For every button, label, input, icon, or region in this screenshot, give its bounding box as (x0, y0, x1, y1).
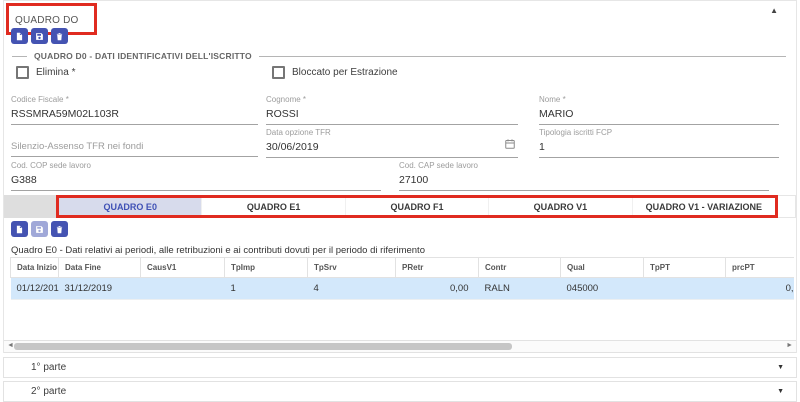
cell-causv1[interactable] (141, 278, 225, 300)
field-label: Cognome * (266, 95, 518, 106)
cell-tpimp[interactable]: 1 (225, 278, 308, 300)
col-qual[interactable]: Qual (561, 258, 644, 278)
elimina-checkbox-label: Elimina * (36, 67, 75, 78)
cell-tppt[interactable] (644, 278, 726, 300)
cell-qual[interactable]: 045000 (561, 278, 644, 300)
quadro-tab-strip: QUADRO E0 QUADRO E1 QUADRO F1 QUADRO V1 … (4, 195, 796, 218)
field-label: Codice Fiscale * (11, 95, 258, 106)
field-label: Cod. COP sede lavoro (11, 161, 381, 172)
accordion-prima-parte[interactable]: 1° parte ▼ (3, 357, 797, 378)
trash-icon (55, 29, 64, 44)
col-pretr[interactable]: PRetr (396, 258, 479, 278)
data-opzione-tfr-input[interactable]: 30/06/2019 (266, 139, 518, 158)
col-prcpt[interactable]: prcPT (726, 258, 795, 278)
scrollbar-thumb[interactable] (14, 343, 512, 350)
cognome-field: Cognome * ROSSI (266, 95, 518, 125)
data-opzione-tfr-field: Data opzione TFR 30/06/2019 (266, 128, 518, 158)
tab-quadro-e0[interactable]: QUADRO E0 (59, 198, 202, 215)
save-icon (35, 29, 44, 44)
new-record-button[interactable] (11, 28, 28, 44)
cod-cop-sede-lavoro-input[interactable]: G388 (11, 172, 381, 191)
checkbox-box-icon[interactable] (16, 66, 29, 79)
new-row-button[interactable] (11, 221, 28, 237)
cod-cap-sede-lavoro-input[interactable]: 27100 (399, 172, 769, 191)
quadro-do-panel: QUADRO DO ▲ QUADRO D0 - DATI IDENTIFICAT… (3, 0, 797, 353)
new-document-icon (15, 222, 24, 237)
tab-quadro-f1[interactable]: QUADRO F1 (346, 198, 489, 215)
chevron-down-icon[interactable]: ▼ (777, 388, 784, 395)
cod-cap-sede-lavoro-field: Cod. CAP sede lavoro 27100 (399, 161, 769, 191)
scroll-right-icon[interactable]: ► (786, 342, 793, 349)
bloccato-estrazione-checkbox-label: Bloccato per Estrazione (292, 67, 398, 78)
col-tppt[interactable]: TpPT (644, 258, 726, 278)
tab-strip-highlight: QUADRO E0 QUADRO E1 QUADRO F1 QUADRO V1 … (56, 195, 778, 218)
field-label (11, 128, 258, 139)
col-causv1[interactable]: CausV1 (141, 258, 225, 278)
silenzio-assenso-tfr-field: Silenzio-Assenso TFR nei fondi (11, 128, 258, 157)
checkbox-box-icon[interactable] (272, 66, 285, 79)
cod-cop-sede-lavoro-field: Cod. COP sede lavoro G388 (11, 161, 381, 191)
col-contr[interactable]: Contr (479, 258, 561, 278)
scroll-left-icon[interactable]: ◄ (7, 342, 14, 349)
elimina-checkbox[interactable]: Elimina * (16, 66, 75, 79)
quadro-e0-table: Data Inizio Data Fine CausV1 TpImp TpSrv… (10, 257, 794, 300)
table-header-row: Data Inizio Data Fine CausV1 TpImp TpSrv… (11, 258, 795, 278)
field-label: Cod. CAP sede lavoro (399, 161, 769, 172)
legend-line (259, 56, 786, 57)
col-data-fine[interactable]: Data Fine (59, 258, 141, 278)
delete-row-button[interactable] (51, 221, 68, 237)
field-label: Tipologia iscritti FCP (539, 128, 779, 139)
chevron-down-icon[interactable]: ▼ (777, 364, 784, 371)
accordion-label: 2° parte (31, 386, 66, 397)
section-legend: QUADRO D0 - DATI IDENTIFICATIVI DELL'ISC… (12, 51, 786, 61)
cell-tpsrv[interactable]: 4 (308, 278, 396, 300)
nome-input[interactable]: MARIO (539, 106, 779, 125)
save-record-button[interactable] (31, 28, 48, 44)
tipologia-iscritti-fcp-field: Tipologia iscritti FCP 1 (539, 128, 779, 158)
section-legend-text: QUADRO D0 - DATI IDENTIFICATIVI DELL'ISC… (34, 51, 252, 61)
codice-fiscale-input[interactable]: RSSMRA59M02L103R (11, 106, 258, 125)
field-label: Data opzione TFR (266, 128, 518, 139)
table-row[interactable]: 01/12/2019 31/12/2019 1 4 0,00 RALN 0450… (11, 278, 795, 300)
new-document-icon (15, 29, 24, 44)
bloccato-estrazione-checkbox[interactable]: Bloccato per Estrazione (272, 66, 398, 79)
delete-record-button[interactable] (51, 28, 68, 44)
col-tpsrv[interactable]: TpSrv (308, 258, 396, 278)
calendar-icon[interactable] (504, 138, 516, 153)
cell-data-fine[interactable]: 31/12/2019 (59, 278, 141, 300)
cell-data-inizio[interactable]: 01/12/2019 (11, 278, 59, 300)
tab-quadro-e1[interactable]: QUADRO E1 (202, 198, 345, 215)
cell-contr[interactable]: RALN (479, 278, 561, 300)
tab-strip-gutter (4, 195, 56, 218)
col-data-inizio[interactable]: Data Inizio (11, 258, 59, 278)
nome-field: Nome * MARIO (539, 95, 779, 125)
table-title: Quadro E0 - Dati relativi ai periodi, al… (11, 245, 425, 256)
collapse-panel-icon[interactable]: ▲ (770, 6, 778, 15)
tab-strip-tail (778, 195, 796, 218)
codice-fiscale-field: Codice Fiscale * RSSMRA59M02L103R (11, 95, 258, 125)
quadro-e0-toolbar (11, 221, 68, 237)
tab-quadro-v1-variazione[interactable]: QUADRO V1 - VARIAZIONE (633, 198, 775, 215)
field-label: Nome * (539, 95, 779, 106)
tab-quadro-v1[interactable]: QUADRO V1 (489, 198, 632, 215)
accordion-label: 1° parte (31, 362, 66, 373)
accordion-seconda-parte[interactable]: 2° parte ▼ (3, 381, 797, 402)
legend-dash (12, 56, 27, 57)
tipologia-iscritti-fcp-input[interactable]: 1 (539, 139, 779, 158)
trash-icon (55, 222, 64, 237)
col-tpimp[interactable]: TpImp (225, 258, 308, 278)
horizontal-scrollbar[interactable]: ◄ ► (4, 340, 796, 353)
cell-pretr[interactable]: 0,00 (396, 278, 479, 300)
save-icon (35, 222, 44, 237)
silenzio-assenso-tfr-input[interactable]: Silenzio-Assenso TFR nei fondi (11, 139, 258, 157)
panel-toolbar (11, 28, 68, 44)
panel-title: QUADRO DO (15, 15, 78, 26)
cognome-input[interactable]: ROSSI (266, 106, 518, 125)
save-row-button[interactable] (31, 221, 48, 237)
cell-prcpt[interactable]: 0, (726, 278, 795, 300)
